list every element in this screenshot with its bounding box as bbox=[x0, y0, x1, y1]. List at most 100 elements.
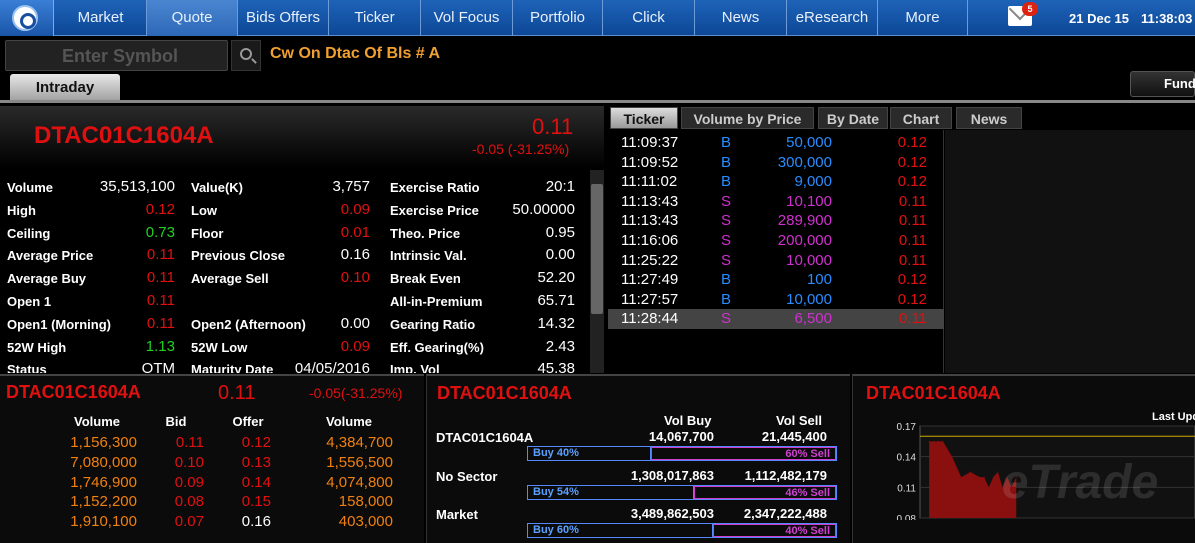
quote-label: Ceiling bbox=[7, 225, 51, 241]
ticker-volume: 10,000 bbox=[786, 251, 832, 269]
quote-value: 0.01 bbox=[340, 223, 370, 241]
offer-price[interactable]: 0.16 bbox=[242, 513, 271, 530]
quote-label: Intrinsic Val. bbox=[390, 248, 467, 264]
quote-value: 65.71 bbox=[537, 292, 575, 309]
quote-label: Value(K) bbox=[191, 180, 244, 195]
quote-label: Open1 (Morning) bbox=[7, 316, 111, 332]
nav-tab-vol-focus[interactable]: Vol Focus bbox=[421, 0, 513, 36]
tab-intraday[interactable]: Intraday bbox=[10, 74, 120, 101]
bid-volume[interactable]: 1,910,100 bbox=[70, 513, 137, 530]
ticker-side: S bbox=[721, 310, 732, 328]
bid-price[interactable]: 0.09 bbox=[175, 474, 204, 491]
fund-button[interactable]: Fund bbox=[1130, 71, 1195, 97]
offer-price[interactable]: 0.15 bbox=[242, 493, 271, 510]
nav-tab-eresearch[interactable]: eResearch bbox=[787, 0, 878, 36]
offer-volume[interactable]: 1,556,500 bbox=[326, 454, 393, 471]
bidoffer-last: 0.11 bbox=[218, 382, 256, 404]
offer-volume[interactable]: 158,000 bbox=[339, 493, 393, 510]
nav-tab-more[interactable]: More bbox=[878, 0, 968, 36]
chart-symbol: DTAC01C1604A bbox=[866, 383, 1001, 403]
nav-tab-click[interactable]: Click bbox=[603, 0, 695, 36]
chart-point bbox=[969, 471, 971, 473]
ticker-tab-news[interactable]: News bbox=[956, 107, 1022, 129]
ticker-row[interactable]: 11:13:43 S 10,100 0.11 bbox=[608, 192, 944, 212]
ticker-price: 0.11 bbox=[898, 310, 927, 328]
quote-label: High bbox=[7, 202, 36, 218]
chart-point bbox=[983, 476, 985, 478]
vol-sell-header: Vol Sell bbox=[776, 413, 822, 428]
quote-value: 1.13 bbox=[145, 337, 175, 355]
ticker-row[interactable]: 11:09:37 B 50,000 0.12 bbox=[608, 133, 944, 153]
ticker-row[interactable]: 11:16:06 S 200,000 0.11 bbox=[608, 231, 944, 251]
bidoffer-symbol: DTAC01C1604A bbox=[6, 382, 141, 402]
symbol-full-name: Cw On Dtac Of Bls # A bbox=[270, 45, 441, 62]
quote-label: Gearing Ratio bbox=[390, 316, 476, 332]
search-icon bbox=[240, 48, 252, 60]
ticker-volume: 289,900 bbox=[777, 212, 832, 230]
chart-point bbox=[937, 440, 939, 442]
bid-volume[interactable]: 1,156,300 bbox=[70, 434, 137, 451]
ticker-tab-by-date[interactable]: By Date bbox=[818, 107, 888, 129]
ticker-row[interactable]: 11:27:49 B 100 0.12 bbox=[608, 270, 944, 290]
nav-tab-ticker[interactable]: Ticker bbox=[329, 0, 421, 36]
ticker-row[interactable]: 11:27:57 B 10,000 0.12 bbox=[608, 290, 944, 310]
ticker-side: B bbox=[721, 173, 732, 191]
search-button[interactable] bbox=[231, 40, 261, 71]
bid-price[interactable]: 0.10 bbox=[175, 454, 204, 471]
quote-last-price: 0.11 bbox=[532, 114, 574, 139]
ticker-row[interactable]: 11:28:44 S 6,500 0.11 bbox=[608, 309, 944, 329]
chart-y-tick: 0.17 bbox=[897, 422, 917, 433]
nav-tab-bids-offers[interactable]: Bids Offers bbox=[238, 0, 329, 36]
ticker-row[interactable]: 11:13:43 S 289,900 0.11 bbox=[608, 211, 944, 231]
bid-price[interactable]: 0.07 bbox=[175, 513, 204, 530]
ticker-side: B bbox=[721, 134, 732, 151]
offer-volume[interactable]: 403,000 bbox=[339, 513, 393, 530]
quote-label: Theo. Price bbox=[390, 225, 461, 241]
vol-buy-value: 1,308,017,863 bbox=[630, 467, 714, 483]
chart-point bbox=[988, 486, 990, 488]
nav-tab-portfolio[interactable]: Portfolio bbox=[513, 0, 603, 36]
offer-volume[interactable]: 4,384,700 bbox=[326, 434, 393, 451]
nav-tab-news[interactable]: News bbox=[695, 0, 787, 36]
quote-value: 0.11 bbox=[146, 269, 175, 287]
ticker-row[interactable]: 11:09:52 B 300,000 0.12 bbox=[608, 153, 944, 173]
ticker-volume: 10,000 bbox=[786, 290, 832, 308]
offer-price[interactable]: 0.14 bbox=[242, 474, 271, 491]
ticker-time: 11:09:37 bbox=[621, 134, 679, 151]
ticker-tab-ticker[interactable]: Ticker bbox=[610, 107, 678, 129]
quote-value: 14.32 bbox=[537, 314, 575, 332]
date-text: 21 Dec 15 bbox=[1069, 11, 1129, 26]
nav-tab-market[interactable]: Market bbox=[55, 0, 147, 36]
volbuysell-row-name: DTAC01C1604A bbox=[436, 430, 534, 445]
quote-value: 0.00 bbox=[340, 314, 370, 332]
quote-change: -0.05 (-31.25%) bbox=[472, 141, 570, 157]
ticker-price: 0.11 bbox=[898, 192, 927, 210]
vol-buy-value: 3,489,862,503 bbox=[630, 506, 714, 521]
symbol-search-input[interactable]: Enter Symbol bbox=[5, 40, 228, 71]
ticker-tab-volume-by-price[interactable]: Volume by Price bbox=[681, 107, 814, 129]
bid-volume[interactable]: 1,746,900 bbox=[70, 474, 137, 491]
ticker-side: S bbox=[721, 192, 732, 210]
quote-scrollbar[interactable] bbox=[590, 170, 604, 373]
bid-price[interactable]: 0.08 bbox=[175, 493, 204, 510]
home-logo-icon[interactable] bbox=[0, 0, 54, 36]
quote-value: 0.00 bbox=[545, 246, 575, 264]
ticker-volume: 9,000 bbox=[794, 173, 832, 191]
offer-price[interactable]: 0.13 bbox=[242, 454, 271, 471]
bid-volume[interactable]: 7,080,000 bbox=[70, 454, 137, 471]
nav-tab-quote[interactable]: Quote bbox=[147, 0, 238, 36]
quote-label: Floor bbox=[191, 225, 224, 241]
chart-point bbox=[951, 456, 953, 458]
bid-price[interactable]: 0.11 bbox=[176, 434, 204, 451]
offer-volume[interactable]: 4,074,800 bbox=[326, 474, 393, 491]
ticker-row[interactable]: 11:11:02 B 9,000 0.12 bbox=[608, 172, 944, 192]
buy-sell-ratio-bar: Buy 40% 60% Sell bbox=[527, 446, 837, 461]
bid-volume[interactable]: 1,152,200 bbox=[70, 493, 137, 510]
quote-label: Average Sell bbox=[191, 271, 269, 287]
bidoffer-change: -0.05(-31.25%) bbox=[309, 385, 403, 401]
ticker-tab-chart[interactable]: Chart bbox=[890, 107, 952, 129]
offer-price[interactable]: 0.12 bbox=[242, 434, 271, 451]
ticker-side: S bbox=[721, 212, 732, 230]
ticker-row[interactable]: 11:25:22 S 10,000 0.11 bbox=[608, 251, 944, 271]
volbuysell-row-name: Market bbox=[436, 507, 478, 522]
